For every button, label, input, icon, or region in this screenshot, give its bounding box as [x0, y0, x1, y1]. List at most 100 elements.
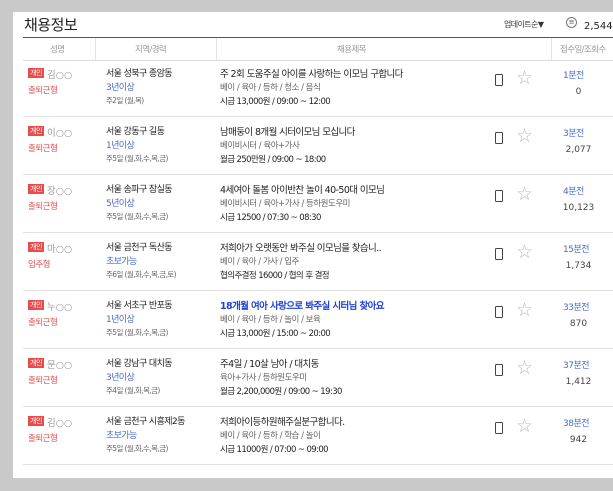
schedule-type: 출퇴근형 [28, 144, 58, 154]
schedule-type: 출퇴근형 [28, 376, 58, 386]
view-count: 942 [569, 435, 588, 445]
table-row[interactable]: 개인 김○○ 출퇴근형 서울 성북구 종암동 3년이상주2일 (월,목) 주 2회 도움주… [23, 60, 613, 117]
job-category: 육아+가사 / 등하원도우미 [220, 373, 307, 383]
col-job: 채용제목 [337, 45, 366, 55]
table-row[interactable]: 개인 장○○ 출퇴근형 서울 송파구 잠실동 5년이상 주5일 (월,화,수,목,금) 4세… [23, 176, 613, 233]
col-region: 지역/경력 [135, 45, 167, 55]
experience: 초보가능 [106, 257, 137, 267]
job-category: 베이비시터 / 육아+가사 / 등하원도우미 [220, 199, 350, 209]
view-count: 2,077 [565, 145, 592, 155]
table-row[interactable]: 개인 이○○ 출퇴근형 서울 강동구 길동 1년이상 주5일 (월,화,수,목,금) 남매둥… [23, 118, 613, 175]
star-icon[interactable]: ☆ [516, 300, 533, 320]
star-icon[interactable]: ☆ [516, 242, 533, 262]
star-icon[interactable]: ☆ [516, 126, 533, 146]
job-list-panel: 채용정보 업데이트순▼ ≡ 2,544 개 성명 지역/경력 채용제목 접수일/… [13, 12, 613, 478]
job-title-link[interactable]: 주4일 / 10살 남아 / 대치동 [220, 356, 319, 370]
pay-info: 시급 13,000원 / 15:00 ~ 20:00 [220, 329, 331, 339]
experience: 3년이상 [106, 373, 135, 383]
schedule-type: 출퇴근형 [28, 318, 58, 328]
star-icon[interactable]: ☆ [516, 184, 533, 204]
personal-badge: 개인 [28, 184, 44, 194]
schedule-type: 출퇴근형 [28, 434, 58, 444]
applicant-name: 장○○ [47, 186, 73, 197]
total-count: 2,544 개 [584, 21, 613, 32]
phone-icon [495, 132, 503, 144]
received-time: 4분전 [563, 187, 584, 197]
personal-badge: 개인 [28, 242, 44, 252]
table-row[interactable]: 개인 김○○ 출퇴근형 서울 금천구 시흥제2동 초보가능 주5일 (월,화,수,목,금)… [23, 408, 613, 465]
schedule-type: 입주형 [28, 260, 50, 270]
location: 서울 강동구 길동 [106, 127, 165, 137]
phone-icon [495, 364, 503, 376]
applicant-name: 김○○ [47, 418, 73, 429]
table-row[interactable]: 개인 누○○ 출퇴근형 서울 서초구 반포동 1년이상 주5일 (월,화,수,목,금) 18… [23, 292, 613, 349]
pay-info: 협의주결정 16000 / 협의 후 결정 [220, 271, 330, 281]
col-divider [95, 38, 96, 60]
experience: 1년이상 [106, 141, 135, 151]
sort-dropdown[interactable]: 업데이트순▼ [504, 19, 544, 30]
pay-info: 시급 11000원 / 07:00 ~ 09:00 [220, 445, 329, 455]
list-icon: ≡ [566, 17, 577, 28]
work-days: 주5일 (월,화,수,목,금) [106, 212, 168, 221]
experience: 1년이상 [106, 315, 135, 325]
list-header: 채용정보 업데이트순▼ ≡ 2,544 개 [13, 12, 613, 36]
experience: 3년이상 [106, 83, 135, 93]
phone-icon [495, 306, 503, 318]
sort-label: 업데이트순 [504, 20, 538, 29]
view-count: 1,412 [565, 377, 592, 387]
job-category: 베이 / 육아 / 등하 / 청소 / 음식 [220, 83, 321, 93]
applicant-name: 김○○ [47, 70, 73, 81]
personal-badge: 개인 [28, 358, 44, 368]
received-time: 15분전 [563, 245, 590, 255]
job-title-link[interactable]: 18개월 여아 사랑으로 봐주실 시터님 찾아요 [220, 298, 385, 312]
job-title-link[interactable]: 저희아가 오랫동안 봐주실 이모님을 찾습니.. [220, 240, 382, 254]
table-row[interactable]: 개인 문○○ 출퇴근형 서울 강남구 대치동 3년이상 주4일 (월,화,목,금) 주4일 … [23, 350, 613, 407]
pay-info: 시급 13,000원 / 09:00 ~ 12:00 [220, 97, 331, 107]
pay-info: 시급 12500 / 07:30 ~ 08:30 [220, 213, 321, 223]
col-stats: 접수일/조회수 [560, 45, 606, 55]
view-count: 0 [575, 87, 582, 97]
applicant-name: 이○○ [47, 128, 73, 139]
phone-icon [495, 422, 503, 434]
personal-badge: 개인 [28, 68, 44, 78]
location: 서울 서초구 반포동 [106, 301, 173, 311]
personal-badge: 개인 [28, 416, 44, 426]
work-days: 주5일 (월,화,수,목,금) [106, 328, 168, 337]
phone-icon [495, 74, 503, 86]
view-count: 870 [569, 319, 588, 329]
page-title: 채용정보 [24, 16, 78, 34]
location: 서울 강남구 대치동 [106, 359, 173, 369]
view-count: 1,734 [565, 261, 592, 271]
star-icon[interactable]: ☆ [516, 68, 533, 88]
job-title-link[interactable]: 주 2회 도움주실 아이를 사랑하는 이모님 구합니다 [220, 66, 403, 80]
applicant-name: 문○○ [47, 360, 73, 371]
star-icon[interactable]: ☆ [516, 358, 533, 378]
location: 서울 금천구 시흥제2동 [106, 417, 185, 427]
applicant-name: 마○○ [47, 244, 73, 255]
job-category: 베이 / 육아 / 등하 / 학습 / 놀이 [220, 431, 321, 441]
location: 서울 금천구 독산동 [106, 243, 173, 253]
column-header: 성명 지역/경력 채용제목 접수일/조회수 [23, 37, 613, 61]
chevron-down-icon: ▼ [537, 20, 544, 29]
job-category: 베이 / 육아 / 등하 / 놀이 / 보육 [220, 315, 321, 325]
location: 서울 성북구 종암동 [106, 69, 173, 79]
job-category: 베이비시터 / 육아+가사 [220, 141, 300, 151]
received-time: 33분전 [563, 303, 590, 313]
schedule-type: 출퇴근형 [28, 86, 58, 96]
pay-info: 월급 2,200,000원 / 09:00 ~ 19:30 [220, 387, 342, 397]
job-title-link[interactable]: 남매둥이 8개월 시터이모님 모십니다 [220, 124, 355, 138]
applicant-name: 누○○ [47, 302, 73, 313]
view-count: 10,123 [562, 203, 595, 213]
col-name: 성명 [50, 45, 65, 55]
personal-badge: 개인 [28, 126, 44, 136]
phone-icon [495, 190, 503, 202]
table-row[interactable]: 개인 마○○ 입주형 서울 금천구 독산동 초보가능 주6일 (월,화,수,목,금,토) 저… [23, 234, 613, 291]
job-category: 베이 / 육아 / 가사 / 입주 [220, 257, 299, 267]
received-time: 3분전 [563, 129, 584, 139]
schedule-type: 출퇴근형 [28, 202, 58, 212]
job-title-link[interactable]: 4세여아 돌봄 아이반찬 놀이 40-50대 이모님 [220, 182, 385, 196]
star-icon[interactable]: ☆ [516, 416, 533, 436]
col-divider [551, 38, 552, 60]
job-title-link[interactable]: 저희아이등하원해주실분구합니다. [220, 414, 345, 428]
work-days: 주2일 (월,목) [106, 96, 144, 105]
